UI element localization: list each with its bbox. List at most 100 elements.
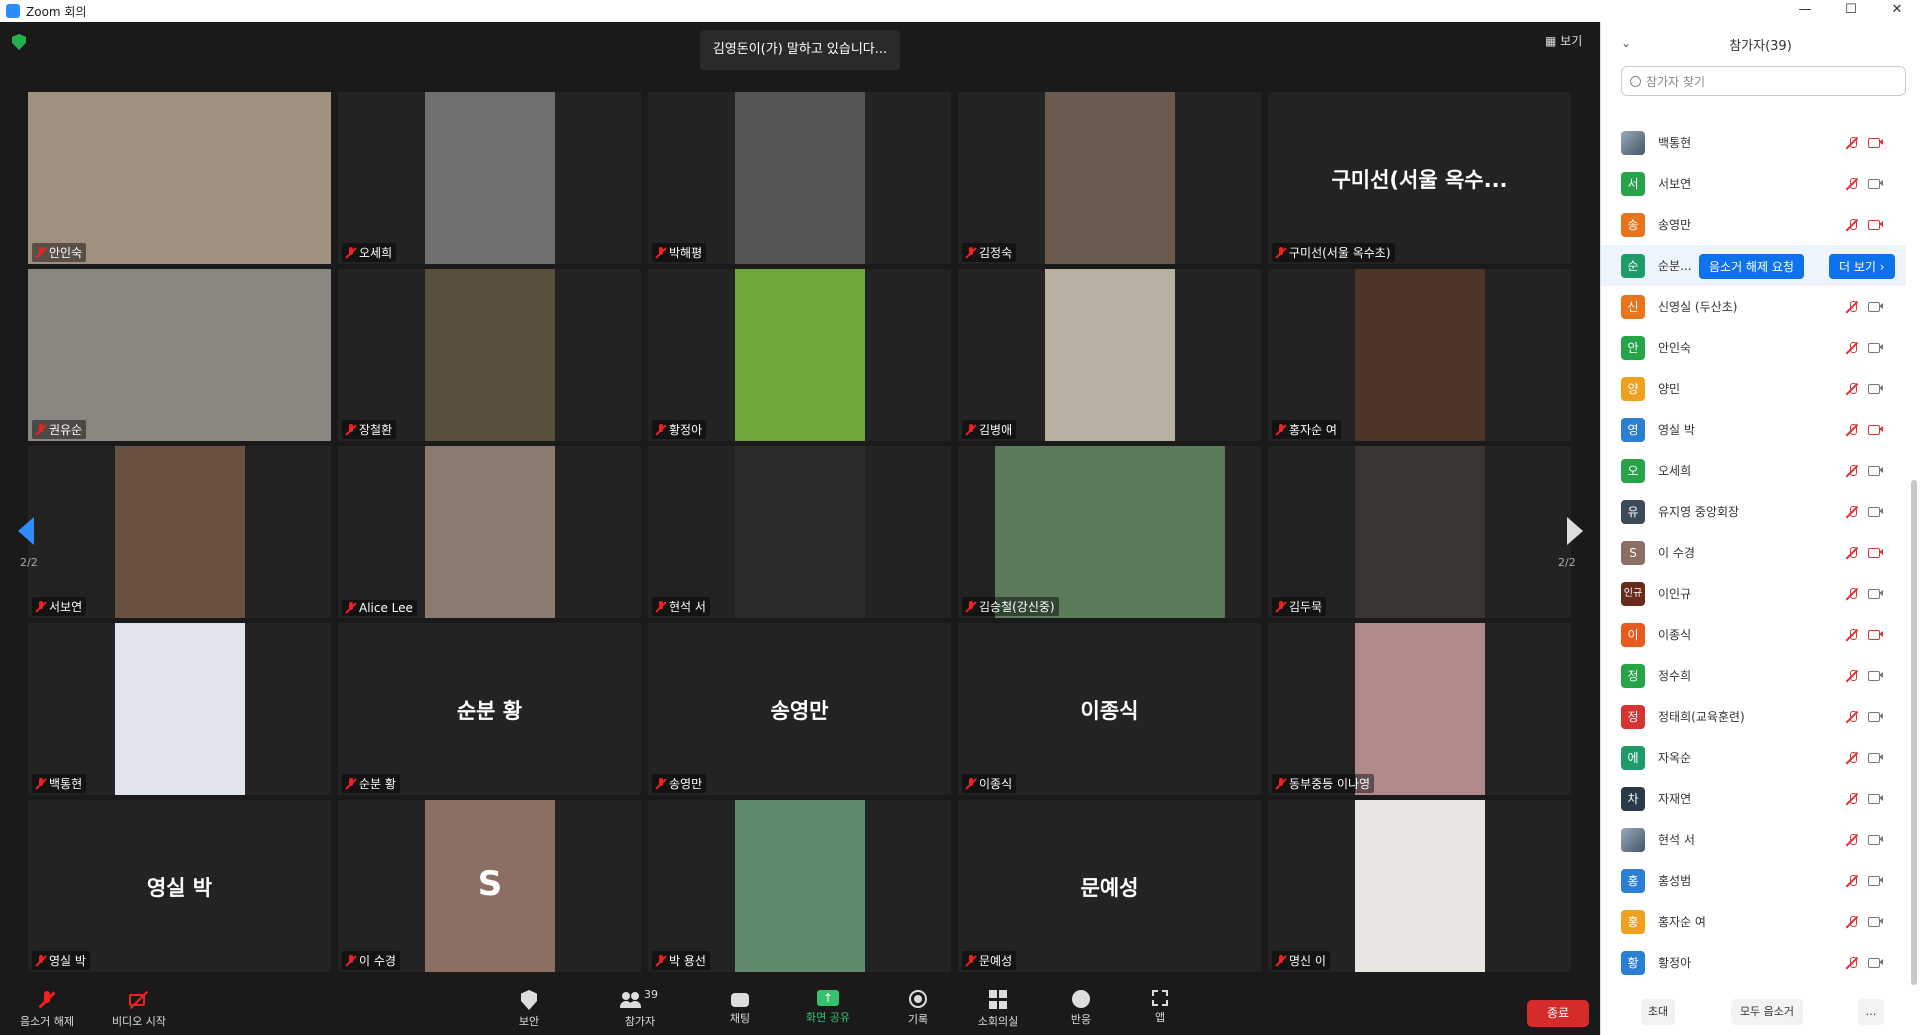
participant-status-icons [1846,464,1884,478]
view-button[interactable]: ▦ 보기 [1545,32,1582,49]
video-tile[interactable]: 김두묵 [1268,446,1571,618]
share-screen-button[interactable]: ↑ 화면 공유 [800,990,856,1025]
end-meeting-button[interactable]: 종료 [1527,1000,1589,1027]
video-tile[interactable]: 동부중등 이나영 [1268,623,1571,795]
security-button[interactable]: 보안 [514,990,544,1029]
start-video-button[interactable]: 비디오 시작 [104,990,174,1029]
participant-row[interactable]: 양 양민 [1601,368,1906,409]
participant-name: 박해평 [669,246,703,260]
video-tile[interactable]: 김병애 [958,269,1261,441]
participant-name-label: 황정아 [652,420,707,439]
ask-to-unmute-button[interactable]: 음소거 해제 요청 [1699,254,1804,279]
video-tile[interactable]: 서보연 [28,446,331,618]
video-icon [1868,751,1884,763]
participant-name: 오세희 [359,246,393,260]
video-tile[interactable]: 송영만 송영만 [648,623,951,795]
close-button[interactable]: ✕ [1874,0,1920,22]
video-tile[interactable]: 명신 이 [1268,800,1571,972]
mic-muted-icon [1846,833,1858,847]
participant-row[interactable]: 서 서보연 [1601,163,1906,204]
video-tile[interactable]: 문예성 문예성 [958,800,1261,972]
mic-muted-icon [36,246,46,259]
participant-row[interactable]: 오 오세희 [1601,450,1906,491]
reactions-button[interactable]: 반응 [1066,990,1096,1027]
video-tile[interactable]: 안인숙 [28,92,331,264]
video-tile[interactable]: 김정숙 [958,92,1261,264]
video-off-icon [128,990,150,1010]
participant-status-icons [1846,587,1884,601]
participant-row[interactable]: 송 송영만 [1601,204,1906,245]
video-tile[interactable]: S 이 수경 [338,800,641,972]
maximize-button[interactable]: ☐ [1828,0,1874,22]
video-icon [1868,874,1884,886]
participant-row[interactable]: 정 정태희(교육훈련) [1601,696,1906,737]
next-page-arrow-icon[interactable] [1567,517,1583,545]
participant-row[interactable]: 이 이종식 [1601,614,1906,655]
record-button[interactable]: 기록 [903,990,933,1027]
mic-muted-icon [966,246,976,259]
participant-status-icons [1846,628,1884,642]
participant-row[interactable]: 현석 서 [1601,819,1906,860]
more-button[interactable]: 더 보기 › [1829,254,1895,279]
more-options-button[interactable]: ... [1858,999,1884,1025]
video-tile[interactable]: 백통현 [28,623,331,795]
participant-row[interactable]: 홍 홍성범 [1601,860,1906,901]
video-tile[interactable]: 현석 서 [648,446,951,618]
avatar: 안 [1621,335,1645,360]
video-tile[interactable]: 이종식 이종식 [958,623,1261,795]
participant-status-icons [1846,300,1884,314]
video-tile[interactable]: Alice Lee [338,446,641,618]
encryption-shield-icon[interactable] [12,34,26,50]
participant-name: 백통현 [49,777,83,791]
mute-all-button[interactable]: 모두 음소거 [1731,999,1803,1025]
video-icon [1868,710,1884,722]
participant-row[interactable]: 정 정수희 [1601,655,1906,696]
video-tile[interactable]: 박해평 [648,92,951,264]
participant-row[interactable]: 인규 이인규 [1601,573,1906,614]
participant-video [28,269,331,441]
video-tile[interactable]: 구미선(서울 옥수... 구미선(서울 옥수초) [1268,92,1571,264]
breakout-rooms-button[interactable]: 소회의실 [973,990,1023,1029]
participant-row[interactable]: 황 황정아 [1601,942,1906,983]
participant-row[interactable]: 영 영실 박 [1601,409,1906,450]
participant-video [734,92,865,264]
participant-list-name: 현석 서 [1658,833,1695,847]
video-tile[interactable]: 장철환 [338,269,641,441]
video-tile[interactable]: 순분 황 순분 황 [338,623,641,795]
participant-search-input[interactable]: 참가자 찾기 [1621,66,1906,96]
video-tile[interactable]: 박 용선 [648,800,951,972]
chat-button[interactable]: 채팅 [725,990,755,1026]
participant-row[interactable]: 순 순분... 음소거 해제 요청 더 보기 › [1601,245,1906,286]
participant-status-icons [1846,218,1884,232]
video-tile[interactable]: 김승철(강신중) [958,446,1261,618]
collapse-chevron-icon[interactable]: ⌄ [1621,36,1631,50]
participant-list-name: 순분... [1658,259,1692,273]
video-off-icon [1868,218,1884,230]
participant-list-scrollbar[interactable] [1911,480,1917,985]
previous-page-arrow-icon[interactable] [18,517,34,545]
participant-row[interactable]: 유 유지영 중앙회장 [1601,491,1906,532]
avatar: 정 [1621,663,1645,688]
participant-row[interactable]: 백통현 [1601,122,1906,163]
invite-button[interactable]: 초대 [1641,999,1675,1025]
record-label: 기록 [907,1013,929,1026]
participants-button[interactable]: 39 참가자 [615,988,665,1029]
video-tile[interactable]: 홍자순 여 [1268,269,1571,441]
participant-row[interactable]: 홍 홍자순 여 [1601,901,1906,942]
video-tile[interactable]: 권유순 [28,269,331,441]
unmute-button[interactable]: 음소거 해제 [12,990,82,1029]
minimize-button[interactable]: — [1782,0,1828,22]
participant-row[interactable]: 안 안인숙 [1601,327,1906,368]
participant-row[interactable]: 신 신영실 (두산초) [1601,286,1906,327]
video-tile[interactable]: 황정아 [648,269,951,441]
apps-button[interactable]: 앱 [1150,990,1170,1025]
participant-status-icons [1846,669,1884,683]
participant-row[interactable]: 에 자옥순 [1601,737,1906,778]
video-tile[interactable]: 영실 박 영실 박 [28,800,331,972]
mic-muted-icon [1846,382,1858,396]
video-tile[interactable]: 오세희 [338,92,641,264]
mic-muted-icon [966,423,976,436]
participant-row[interactable]: S 이 수경 [1601,532,1906,573]
participant-list-name: 정태희(교육훈련) [1658,710,1745,724]
participant-row[interactable]: 차 자재연 [1601,778,1906,819]
